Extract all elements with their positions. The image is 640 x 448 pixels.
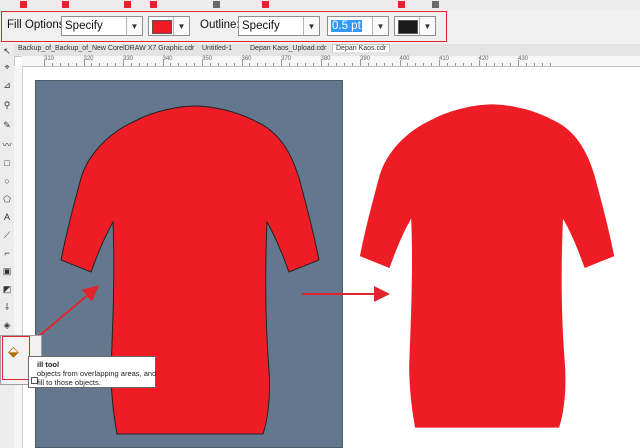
tooltip-line: objects from overlapping areas, and [37,369,157,378]
tooltip-line: fill to those objects. [37,378,101,387]
tool-tooltip: ill tool objects from overlapping areas,… [28,356,156,388]
arrow-to-page-shirt [31,285,100,343]
highlight-box [2,336,30,380]
tooltip-title: ill tool [37,360,60,369]
